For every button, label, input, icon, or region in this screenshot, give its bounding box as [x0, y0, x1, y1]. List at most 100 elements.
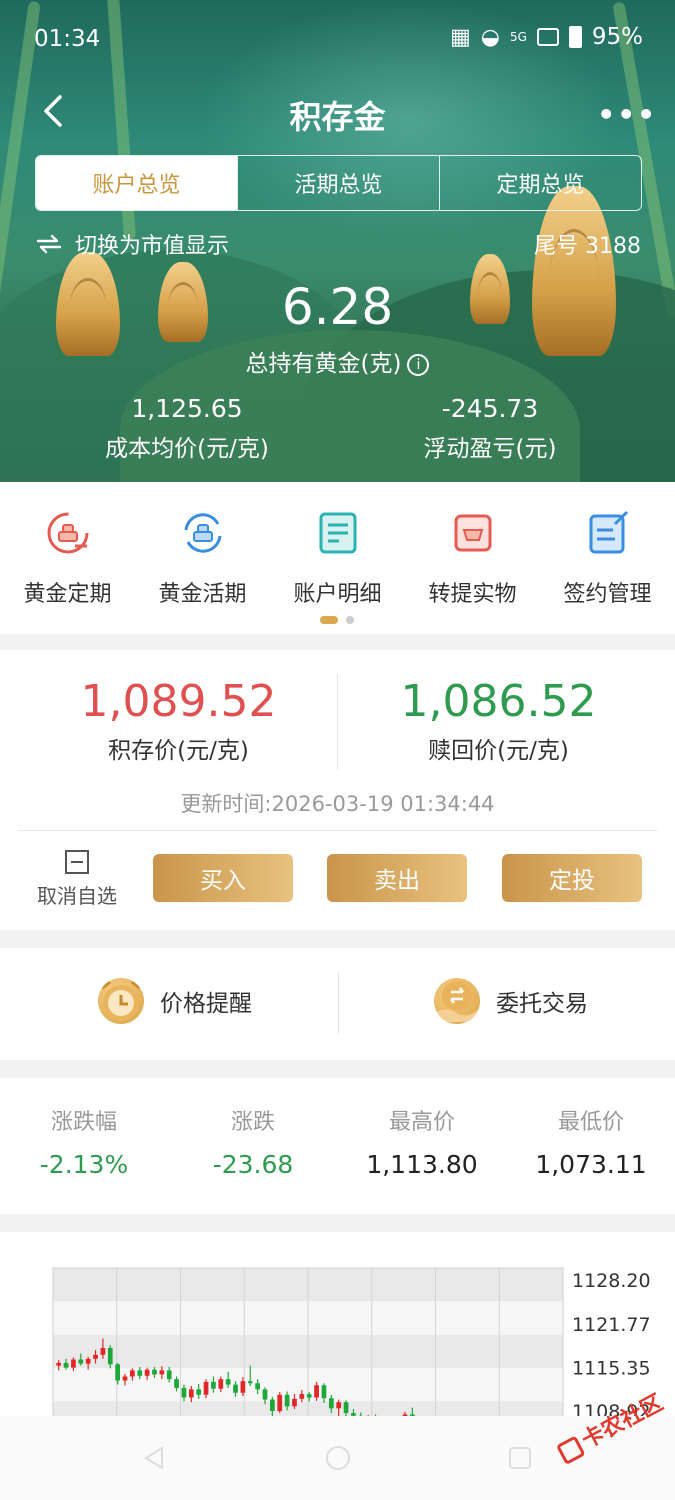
floating-pnl-label: 浮动盈亏(元) [423, 436, 557, 462]
cost-average-value: 1,125.65 [131, 394, 243, 423]
more-icon[interactable]: ••• [597, 98, 657, 131]
y-tick-label: 1115.35 [572, 1357, 651, 1379]
candle-body [321, 1385, 327, 1399]
candle-body [343, 1402, 349, 1414]
floating-pnl: -245.73 浮动盈亏(元) [370, 394, 610, 463]
cost-average-label: 成本均价(元/克) [105, 436, 269, 462]
favorite-icon [65, 850, 89, 874]
menu-label: 账户明细 [293, 582, 382, 607]
candle-body [247, 1381, 253, 1384]
battery-icon [568, 26, 582, 48]
candle-body [284, 1394, 290, 1407]
edit-sign-icon [589, 510, 628, 554]
recents-nav-icon[interactable] [506, 1444, 534, 1472]
quick-menu: 黄金定期 黄金活期 账户明细 转提实物 签约管理 [0, 482, 675, 634]
home-nav-icon[interactable] [324, 1444, 352, 1472]
buy-button[interactable]: 买入 [153, 854, 293, 902]
buy-price-value: 1,089.52 [80, 676, 277, 727]
price-alert-button[interactable]: 价格提醒 [98, 978, 252, 1024]
cost-average: 1,125.65 成本均价(元/克) [67, 394, 307, 463]
candle-body [100, 1348, 106, 1355]
candle-body [299, 1394, 305, 1399]
candle-body [174, 1379, 179, 1388]
tab-term-overview[interactable]: 定期总览 [439, 156, 641, 210]
candle-body [328, 1398, 334, 1409]
stat-label: 涨跌 [230, 1110, 275, 1135]
candle-body [122, 1376, 128, 1381]
total-grams-label: 总持有黄金(克) [245, 351, 402, 377]
candle-body [78, 1359, 84, 1364]
menu-label: 签约管理 [563, 582, 652, 607]
menu-account-detail[interactable]: 账户明细 [270, 510, 405, 608]
menu-gold-term[interactable]: 黄金定期 [0, 510, 135, 608]
switch-display-button[interactable]: 切换为市值显示 [35, 228, 229, 260]
cell-signal-icon [536, 28, 559, 46]
document-icon [319, 512, 356, 554]
back-nav-icon[interactable] [140, 1444, 168, 1472]
menu-gold-demand[interactable]: 黄金活期 [135, 510, 270, 608]
info-icon[interactable]: i [407, 353, 430, 376]
overview-tabs: 账户总览 活期总览 定期总览 [35, 155, 642, 211]
stat-label: 最高价 [388, 1110, 455, 1135]
candle-body [107, 1348, 113, 1365]
sell-price-label: 赎回价(元/克) [428, 738, 569, 764]
candle-body [240, 1381, 246, 1393]
stat-label: 最低价 [557, 1110, 624, 1135]
bag-icon [454, 514, 491, 552]
candle-body [262, 1389, 268, 1400]
stat-value: -2.13% [39, 1150, 129, 1179]
total-grams-label-row: 总持有黄金(克) i [0, 344, 675, 378]
candle-body [144, 1369, 150, 1376]
market-stats: 涨跌幅 -2.13% 涨跌 -23.68 最高价 1,113.80 最低价 1,… [0, 1078, 675, 1214]
switch-display-label: 切换为市值显示 [75, 234, 230, 259]
sell-button[interactable]: 卖出 [327, 854, 467, 902]
candle-body [277, 1394, 283, 1412]
menu-physical-withdraw[interactable]: 转提实物 [405, 510, 540, 608]
entrust-trade-button[interactable]: 委托交易 [434, 978, 588, 1024]
menu-sign-manage[interactable]: 签约管理 [540, 510, 675, 608]
stat-low: 最低价 1,073.11 [507, 1104, 675, 1179]
battery-percent: 95% [591, 24, 643, 50]
candle-body [166, 1370, 172, 1380]
status-icons: ▦ ◒ 5G 95% [450, 24, 643, 50]
y-tick-label: 1121.77 [572, 1314, 651, 1336]
price-alert-label: 价格提醒 [160, 991, 252, 1017]
candle-body [292, 1398, 297, 1407]
total-grams: 6.28 [281, 278, 394, 336]
stat-value: 1,073.11 [535, 1150, 647, 1179]
candle-body [270, 1399, 275, 1412]
page-title: 积存金 [289, 98, 386, 136]
divider [338, 972, 339, 1034]
candle-body [233, 1384, 238, 1393]
floating-pnl-value: -245.73 [441, 394, 539, 423]
cancel-favorite-button[interactable]: 取消自选 [30, 850, 124, 909]
page-dot [346, 616, 354, 624]
candle-body [306, 1394, 312, 1398]
qr-icon: ▦ [449, 24, 471, 50]
candle-body [56, 1362, 62, 1366]
tab-demand-overview[interactable]: 活期总览 [237, 156, 439, 210]
status-time: 01:34 [34, 26, 101, 52]
alarm-clock-icon [98, 978, 144, 1024]
stat-high: 最高价 1,113.80 [338, 1104, 506, 1179]
swap-icon [36, 234, 62, 254]
service-card: 价格提醒 委托交易 [0, 948, 675, 1060]
candle-body [130, 1370, 135, 1377]
candle-body [63, 1362, 69, 1368]
status-bar: 01:34 ▦ ◒ 5G 95% [0, 0, 675, 80]
stat-label: 涨跌幅 [50, 1110, 117, 1135]
candle-body [314, 1385, 319, 1398]
menu-label: 黄金活期 [158, 582, 247, 607]
page-dot-active [320, 616, 338, 624]
candle-body [188, 1389, 194, 1398]
wifi-icon: ◒ [480, 24, 500, 50]
sell-price-block: 1,086.52 赎回价(元/克) [330, 676, 667, 765]
update-time: 更新时间:2026-03-19 01:34:44 [180, 792, 495, 816]
stat-change-amt: 涨跌 -23.68 [169, 1104, 337, 1179]
auto-invest-button[interactable]: 定投 [502, 854, 642, 902]
menu-label: 黄金定期 [23, 582, 112, 607]
tab-account-overview[interactable]: 账户总览 [36, 156, 237, 210]
stat-value: 1,113.80 [366, 1150, 478, 1179]
account-hero: 01:34 ▦ ◒ 5G 95% 积存金 ••• 账户总览 活期总览 定期总览 [0, 0, 675, 482]
candle-body [211, 1381, 216, 1389]
